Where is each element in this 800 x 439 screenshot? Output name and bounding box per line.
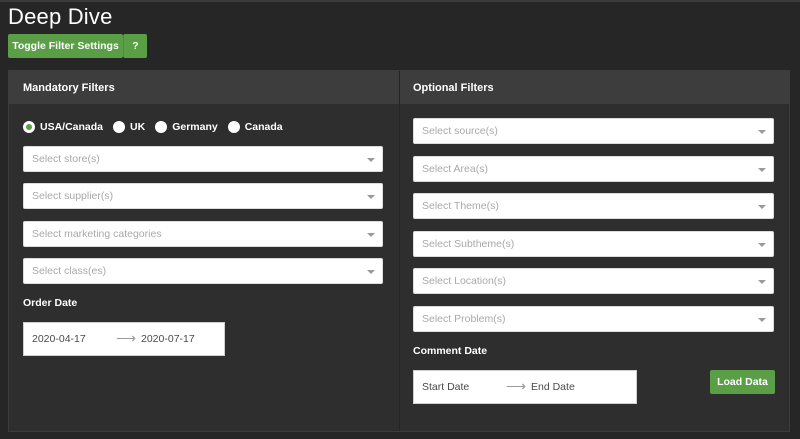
select-placeholder: Select store(s) <box>32 153 100 165</box>
chevron-down-icon[interactable] <box>367 233 375 237</box>
problem-select[interactable]: Select Problem(s) <box>413 306 774 332</box>
radio-uk[interactable]: UK <box>113 121 145 133</box>
radio-usa-canada[interactable]: USA/Canada <box>23 121 103 133</box>
select-placeholder: Select Location(s) <box>422 275 507 287</box>
select-placeholder: Select Theme(s) <box>422 200 499 212</box>
toggle-filter-settings-button[interactable]: Toggle Filter Settings <box>8 34 123 58</box>
order-date-range[interactable]: 2020-04-17 ⟶ 2020-07-17 <box>23 322 225 356</box>
comment-date-range[interactable]: Start Date ⟶ End Date <box>413 370 637 404</box>
panel-divider <box>399 71 400 431</box>
chevron-down-icon[interactable] <box>758 168 766 172</box>
mandatory-filters-header: Mandatory Filters <box>9 71 399 104</box>
location-select[interactable]: Select Location(s) <box>413 268 774 294</box>
region-radio-group: USA/Canada UK Germany Canada <box>23 120 293 134</box>
area-select[interactable]: Select Area(s) <box>413 156 774 182</box>
comment-date-label: Comment Date <box>413 345 488 357</box>
chevron-down-icon[interactable] <box>758 243 766 247</box>
chevron-down-icon[interactable] <box>758 318 766 322</box>
radio-unchecked-icon[interactable] <box>155 121 168 133</box>
chevron-down-icon[interactable] <box>367 195 375 199</box>
comment-start-date[interactable]: Start Date <box>422 381 469 393</box>
radio-canada[interactable]: Canada <box>227 121 283 133</box>
subtheme-select[interactable]: Select Subtheme(s) <box>413 231 774 257</box>
select-placeholder: Select Area(s) <box>422 163 488 175</box>
top-border <box>0 0 800 2</box>
chevron-down-icon[interactable] <box>758 130 766 134</box>
select-placeholder: Select supplier(s) <box>32 190 114 202</box>
filter-panel: Mandatory Filters Optional Filters USA/C… <box>8 70 790 432</box>
radio-checked-icon[interactable] <box>23 121 35 133</box>
source-select[interactable]: Select source(s) <box>413 118 774 144</box>
order-start-date[interactable]: 2020-04-17 <box>32 333 86 345</box>
select-placeholder: Select class(es) <box>32 265 107 277</box>
chevron-down-icon[interactable] <box>758 205 766 209</box>
page-title: Deep Dive <box>8 4 113 29</box>
arrow-right-icon: ⟶ <box>116 330 137 346</box>
chevron-down-icon[interactable] <box>758 280 766 284</box>
select-placeholder: Select Subtheme(s) <box>422 238 515 250</box>
chevron-down-icon[interactable] <box>367 270 375 274</box>
marketing-categories-select[interactable]: Select marketing categories <box>23 221 383 247</box>
chevron-down-icon[interactable] <box>367 158 375 162</box>
select-placeholder: Select source(s) <box>422 125 498 137</box>
order-end-date[interactable]: 2020-07-17 <box>141 333 195 345</box>
store-select[interactable]: Select store(s) <box>23 146 383 172</box>
comment-end-date[interactable]: End Date <box>531 381 575 393</box>
optional-filters-header: Optional Filters <box>400 71 790 104</box>
help-button[interactable]: ? <box>123 34 147 58</box>
order-date-label: Order Date <box>23 297 78 309</box>
supplier-select[interactable]: Select supplier(s) <box>23 183 383 209</box>
theme-select[interactable]: Select Theme(s) <box>413 193 774 219</box>
radio-label: USA/Canada <box>40 121 104 133</box>
radio-label: Canada <box>244 121 283 133</box>
load-data-button[interactable]: Load Data <box>710 370 775 394</box>
arrow-right-icon: ⟶ <box>506 378 527 394</box>
radio-unchecked-icon[interactable] <box>227 121 240 133</box>
select-placeholder: Select Problem(s) <box>422 313 506 325</box>
class-select[interactable]: Select class(es) <box>23 258 383 284</box>
select-placeholder: Select marketing categories <box>32 228 162 240</box>
radio-label: Germany <box>172 121 218 133</box>
radio-germany[interactable]: Germany <box>155 121 218 133</box>
radio-unchecked-icon[interactable] <box>113 121 126 133</box>
radio-label: UK <box>130 121 146 133</box>
